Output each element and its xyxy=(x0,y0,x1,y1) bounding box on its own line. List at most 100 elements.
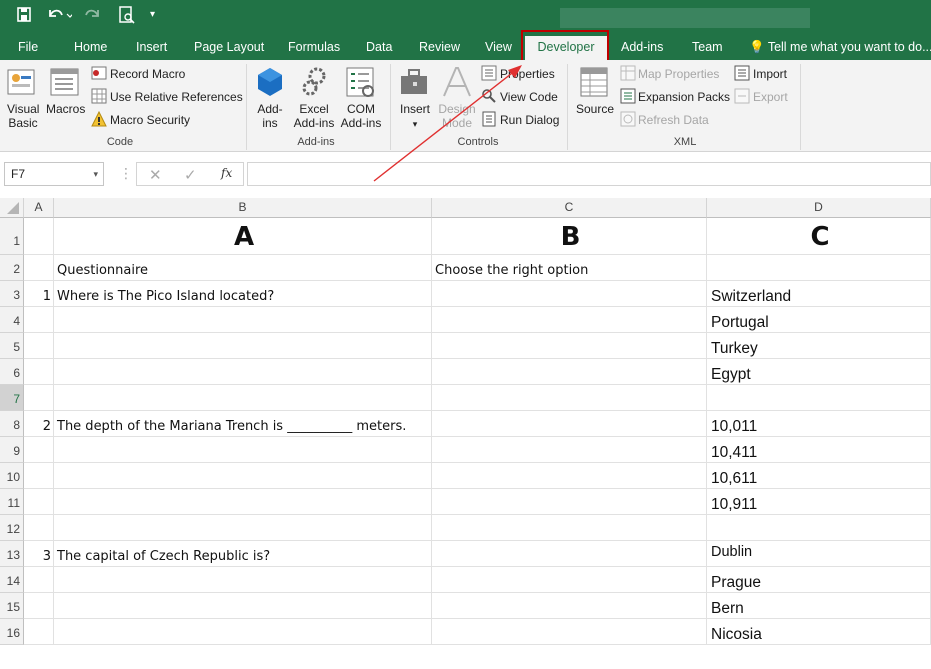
row-header[interactable]: 16 xyxy=(0,619,24,645)
cell-d13[interactable]: Dublin xyxy=(707,541,931,567)
row-header[interactable]: 6 xyxy=(0,359,24,385)
cell-c5[interactable] xyxy=(432,333,707,359)
tab-formulas[interactable]: Formulas xyxy=(288,34,340,60)
cell-d6[interactable]: Egypt xyxy=(707,359,931,385)
cell-b6[interactable] xyxy=(54,359,432,385)
cell-a14[interactable] xyxy=(24,567,54,593)
cell-b12[interactable] xyxy=(54,515,432,541)
tab-add-ins[interactable]: Add-ins xyxy=(621,34,663,60)
cell-a4[interactable] xyxy=(24,307,54,333)
cell-a2[interactable] xyxy=(24,255,54,281)
cell-a13[interactable]: 3 xyxy=(24,541,54,567)
row-header[interactable]: 8 xyxy=(0,411,24,437)
cell-c16[interactable] xyxy=(432,619,707,645)
cell-b16[interactable] xyxy=(54,619,432,645)
resize-handle-icon[interactable]: ⋮ xyxy=(119,166,133,180)
row-header[interactable]: 10 xyxy=(0,463,24,489)
tab-file[interactable]: File xyxy=(18,34,38,60)
macro-security-label[interactable]: Macro Security xyxy=(110,113,190,127)
import-icon[interactable] xyxy=(734,65,750,84)
cell-a1[interactable] xyxy=(24,218,54,255)
cell-d14[interactable]: Prague xyxy=(707,567,931,593)
cell-c2[interactable]: Choose the right option xyxy=(432,255,707,281)
cell-c4[interactable] xyxy=(432,307,707,333)
row-header[interactable]: 2 xyxy=(0,255,24,281)
row-header[interactable]: 12 xyxy=(0,515,24,541)
cell-a3[interactable]: 1 xyxy=(24,281,54,307)
select-all-corner[interactable] xyxy=(0,198,24,218)
cell-c9[interactable] xyxy=(432,437,707,463)
cell-d1[interactable]: C xyxy=(707,218,931,255)
cell-b13[interactable]: The capital of Czech Republic is? xyxy=(54,541,432,567)
column-header-d[interactable]: D xyxy=(707,198,931,218)
cell-d8[interactable]: 10,011 xyxy=(707,411,931,437)
cell-c13[interactable] xyxy=(432,541,707,567)
record-macro-icon[interactable] xyxy=(91,65,107,84)
import-label[interactable]: Import xyxy=(753,67,787,81)
tab-team[interactable]: Team xyxy=(692,34,723,60)
cell-d10[interactable]: 10,611 xyxy=(707,463,931,489)
row-header[interactable]: 11 xyxy=(0,489,24,515)
cell-b10[interactable] xyxy=(54,463,432,489)
name-box[interactable]: F7 ▾ xyxy=(4,162,104,186)
cell-d16[interactable]: Nicosia xyxy=(707,619,931,645)
tab-insert[interactable]: Insert xyxy=(136,34,167,60)
cell-b7[interactable] xyxy=(54,385,432,411)
cell-b2[interactable]: Questionnaire xyxy=(54,255,432,281)
cell-a5[interactable] xyxy=(24,333,54,359)
cell-b4[interactable] xyxy=(54,307,432,333)
macro-security-icon[interactable] xyxy=(91,110,107,130)
name-box-dropdown-icon[interactable]: ▾ xyxy=(93,163,98,185)
column-header-c[interactable]: C xyxy=(432,198,707,218)
column-header-b[interactable]: B xyxy=(54,198,432,218)
enter-icon[interactable]: ✓ xyxy=(184,166,197,184)
row-header[interactable]: 4 xyxy=(0,307,24,333)
cell-c15[interactable] xyxy=(432,593,707,619)
row-header[interactable]: 9 xyxy=(0,437,24,463)
cell-a16[interactable] xyxy=(24,619,54,645)
cell-c7[interactable] xyxy=(432,385,707,411)
formula-input[interactable] xyxy=(247,162,931,186)
cell-c3[interactable] xyxy=(432,281,707,307)
cell-d11[interactable]: 10,911 xyxy=(707,489,931,515)
relative-references-label[interactable]: Use Relative References xyxy=(110,90,243,104)
row-header[interactable]: 14 xyxy=(0,567,24,593)
cell-d15[interactable]: Bern xyxy=(707,593,931,619)
tab-page-layout[interactable]: Page Layout xyxy=(194,34,264,60)
row-header[interactable]: 7 xyxy=(0,385,24,411)
row-header[interactable]: 3 xyxy=(0,281,24,307)
cell-b1[interactable]: A xyxy=(54,218,432,255)
cell-a15[interactable] xyxy=(24,593,54,619)
xml-source-icon[interactable] xyxy=(580,66,610,101)
excel-add-ins-icon[interactable] xyxy=(300,66,328,101)
record-macro-label[interactable]: Record Macro xyxy=(110,67,185,81)
row-header[interactable]: 5 xyxy=(0,333,24,359)
cell-a7[interactable] xyxy=(24,385,54,411)
column-header-a[interactable]: A xyxy=(24,198,54,218)
cell-b11[interactable] xyxy=(54,489,432,515)
cell-b3[interactable]: Where is The Pico Island located? xyxy=(54,281,432,307)
cell-c12[interactable] xyxy=(432,515,707,541)
cancel-icon[interactable]: ✕ xyxy=(149,166,162,184)
cell-d4[interactable]: Portugal xyxy=(707,307,931,333)
cell-b9[interactable] xyxy=(54,437,432,463)
cell-a8[interactable]: 2 xyxy=(24,411,54,437)
cell-a10[interactable] xyxy=(24,463,54,489)
tell-me-box[interactable]: 💡 Tell me what you want to do... xyxy=(749,34,931,60)
expansion-packs-label[interactable]: Expansion Packs xyxy=(638,90,730,104)
cell-d3[interactable]: Switzerland xyxy=(707,281,931,307)
cell-a12[interactable] xyxy=(24,515,54,541)
tab-home[interactable]: Home xyxy=(74,34,107,60)
customize-qat-icon[interactable]: ▾ xyxy=(150,0,155,30)
cell-b15[interactable] xyxy=(54,593,432,619)
cell-d7[interactable] xyxy=(707,385,931,411)
cell-c10[interactable] xyxy=(432,463,707,489)
relative-references-icon[interactable] xyxy=(91,88,107,107)
cell-a11[interactable] xyxy=(24,489,54,515)
insert-function-icon[interactable]: fx xyxy=(221,166,232,180)
cell-b8[interactable]: The depth of the Mariana Trench is _____… xyxy=(54,411,432,437)
cell-b5[interactable] xyxy=(54,333,432,359)
cell-c8[interactable] xyxy=(432,411,707,437)
cell-d5[interactable]: Turkey xyxy=(707,333,931,359)
cell-d9[interactable]: 10,411 xyxy=(707,437,931,463)
